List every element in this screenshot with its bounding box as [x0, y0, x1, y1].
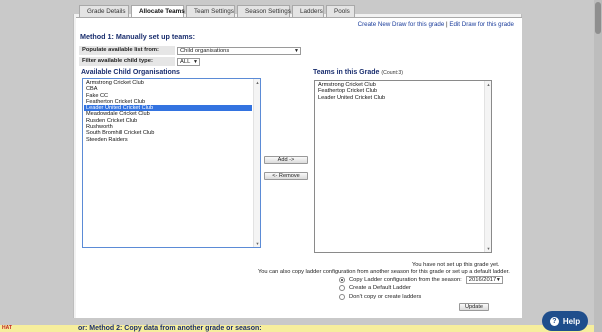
- add-button[interactable]: Add ->: [264, 156, 308, 164]
- copy-ladder-label: Copy Ladder configuration from the seaso…: [349, 277, 462, 283]
- create-draw-link[interactable]: Create New Draw for this grade: [358, 21, 445, 28]
- scroll-down-icon[interactable]: ▼: [485, 245, 491, 252]
- filter-row: Filter available child type: ALL ▼: [79, 57, 200, 66]
- edit-draw-link[interactable]: Edit Draw for this grade: [449, 21, 514, 28]
- radio-icon[interactable]: [339, 285, 345, 291]
- draw-links: Create New Draw for this grade | Edit Dr…: [358, 21, 514, 28]
- copy-ladder-option[interactable]: Copy Ladder configuration from the seaso…: [339, 276, 503, 284]
- populate-row: Populate available list from: Child orga…: [79, 46, 301, 55]
- tab-team-settings[interactable]: Team Settings: [186, 5, 235, 17]
- copy-ladder-note: You can also copy ladder configuration f…: [258, 269, 510, 275]
- teams-title-text: Teams in this Grade: [313, 69, 380, 76]
- default-ladder-label: Create a Default Ladder: [349, 285, 411, 291]
- tab-grade-details[interactable]: Grade Details: [79, 5, 129, 17]
- season-select-value: 2016/2017: [468, 277, 497, 283]
- tab-season-settings[interactable]: Season Settings: [237, 5, 291, 17]
- season-select[interactable]: 2016/2017 ▼: [465, 276, 503, 284]
- filter-select-value: ALL: [180, 58, 191, 65]
- remove-button[interactable]: <- Remove: [264, 172, 308, 180]
- scroll-down-icon[interactable]: ▼: [254, 240, 260, 247]
- populate-select[interactable]: Child organisations ▼: [177, 46, 301, 55]
- teams-title: Teams in this Grade (Count:3): [313, 69, 403, 76]
- radio-icon[interactable]: [339, 294, 345, 300]
- teams-scrollbar[interactable]: ▲ ▼: [484, 81, 491, 252]
- help-button[interactable]: ? Help: [542, 311, 588, 331]
- no-ladder-label: Don't copy or create ladders: [349, 294, 422, 300]
- page: Grade Details Allocate Teams Team Settin…: [0, 0, 602, 332]
- available-scrollbar[interactable]: ▲ ▼: [253, 79, 260, 247]
- available-listbox[interactable]: Armstrong Cricket Club CBA Fake CC Feathert…: [82, 78, 261, 248]
- warning-tab: HAT: [2, 325, 12, 331]
- tab-ladders[interactable]: Ladders: [292, 5, 324, 17]
- help-label: Help: [562, 316, 581, 326]
- available-items: Armstrong Cricket Club CBA Fake CC Feathert…: [84, 80, 252, 143]
- question-icon: ?: [549, 316, 559, 326]
- list-item[interactable]: Leader United Cricket Club: [316, 95, 483, 101]
- chevron-down-icon: ▼: [495, 277, 501, 283]
- populate-label: Populate available list from:: [79, 46, 175, 55]
- filter-select[interactable]: ALL ▼: [177, 57, 200, 66]
- teams-items: Armstrong Cricket Club Feathertop Cricket…: [316, 82, 483, 101]
- scroll-up-icon[interactable]: ▲: [485, 81, 491, 88]
- tab-pools[interactable]: Pools: [326, 5, 355, 17]
- default-ladder-option[interactable]: Create a Default Ladder: [339, 285, 411, 291]
- radio-selected-icon[interactable]: [339, 277, 345, 283]
- scroll-up-icon[interactable]: ▲: [254, 79, 260, 86]
- teams-listbox[interactable]: Armstrong Cricket Club Feathertop Cricket…: [314, 80, 492, 253]
- not-setup-note: You have not set up this grade yet.: [412, 262, 500, 268]
- teams-count: (Count:3): [381, 70, 403, 76]
- method2-title: or: Method 2: Copy data from another gra…: [78, 325, 262, 332]
- filter-label: Filter available child type:: [79, 57, 175, 66]
- available-title: Available Child Organisations: [81, 69, 180, 76]
- tab-bar: Grade Details Allocate Teams Team Settin…: [79, 5, 357, 18]
- populate-select-value: Child organisations: [180, 47, 230, 54]
- page-scrollbar[interactable]: [594, 0, 602, 332]
- list-item[interactable]: Steeden Raiders: [84, 137, 252, 143]
- method1-title: Method 1: Manually set up teams:: [80, 32, 196, 41]
- update-button[interactable]: Update: [459, 303, 489, 311]
- chevron-down-icon: ▼: [294, 47, 299, 54]
- chevron-down-icon: ▼: [193, 58, 198, 65]
- page-scrollbar-thumb[interactable]: [595, 2, 601, 34]
- no-ladder-option[interactable]: Don't copy or create ladders: [339, 294, 421, 300]
